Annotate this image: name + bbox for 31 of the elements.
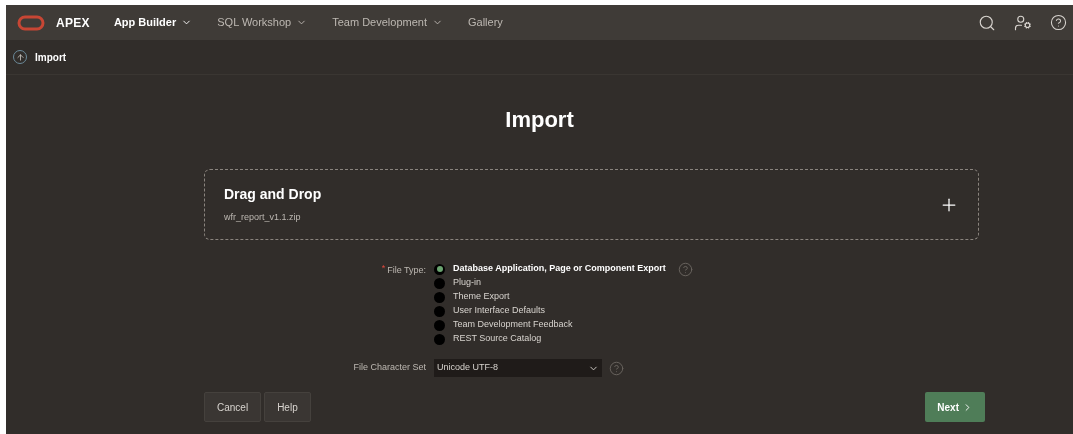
radio-button[interactable]	[434, 333, 445, 345]
page-title: Import	[505, 106, 574, 134]
cancel-button[interactable]: Cancel	[204, 392, 262, 422]
breadcrumb-title: Import	[35, 50, 67, 65]
required-marker: *	[381, 264, 386, 275]
nav-menu-item[interactable]: SQL Workshop	[217, 14, 308, 31]
drop-zone[interactable]: Drag and Drop wfr_report_v1.1.zip	[204, 169, 979, 240]
character-set-select[interactable]: Unicode UTF-8	[434, 359, 602, 377]
field-label: File Character Set	[353, 361, 426, 375]
help-button[interactable]: Help	[264, 392, 311, 422]
radio-label: Theme Export	[453, 290, 510, 304]
drop-zone-title: Drag and Drop	[224, 185, 322, 205]
radio-label: REST Source Catalog	[453, 332, 542, 346]
search-icon[interactable]	[978, 13, 996, 32]
radio-label: Plug-in	[453, 276, 481, 290]
file-name: wfr_report_v1.1.zip	[224, 211, 302, 225]
radio-label: Team Development Feedback	[453, 318, 573, 332]
radio-label: User Interface Defaults	[453, 304, 546, 318]
radio-button[interactable]	[434, 277, 445, 289]
radio-label: Database Application, Page or Component Export	[453, 262, 666, 276]
nav-menu-item[interactable]: App Builder	[113, 14, 193, 31]
brand-name: APEX	[56, 14, 90, 32]
radio-button[interactable]	[434, 305, 445, 317]
nav-menu-item[interactable]: Team Development	[332, 14, 443, 31]
field-label: File Type:	[387, 264, 426, 277]
radio-button[interactable]	[434, 263, 445, 275]
radio-button[interactable]	[434, 291, 445, 303]
next-button[interactable]: Next	[925, 392, 985, 422]
logo-icon	[17, 14, 45, 31]
radio-button[interactable]	[434, 319, 445, 331]
nav-menu-item[interactable]: Gallery	[468, 14, 503, 31]
